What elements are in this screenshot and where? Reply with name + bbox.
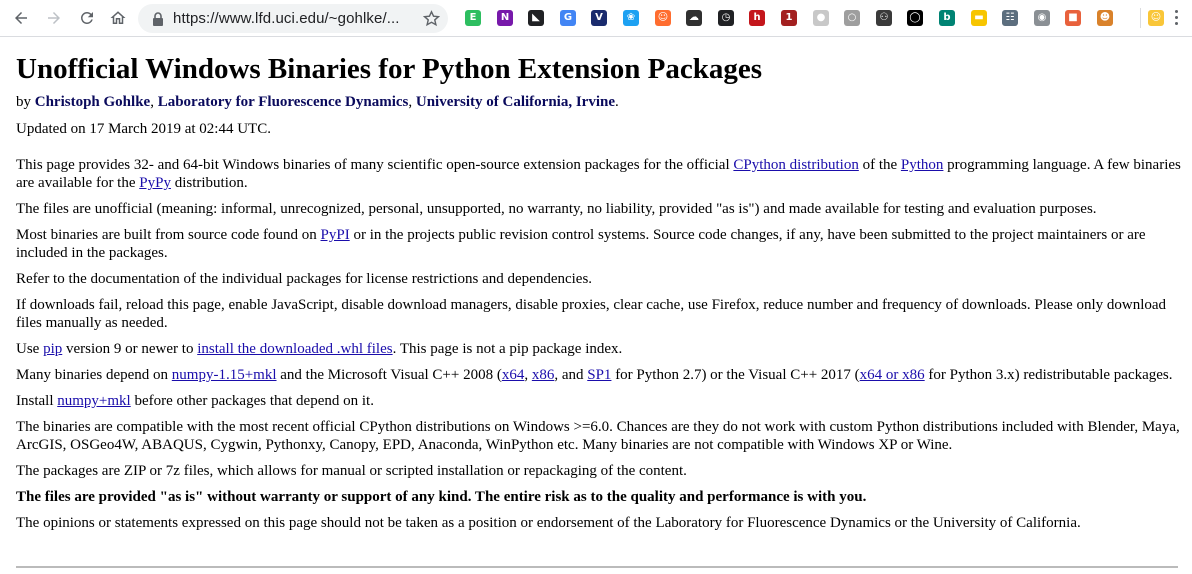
author-link[interactable]: Christoph Gohlke: [35, 94, 150, 110]
vc2008-x86-link[interactable]: x86: [532, 367, 555, 383]
back-button[interactable]: [8, 5, 34, 31]
page-content: Unofficial Windows Binaries for Python E…: [16, 37, 1181, 532]
paragraph-text: Install: [16, 393, 58, 409]
yellow-tag-ext-icon[interactable]: ▬: [971, 10, 987, 26]
warranty-paragraph: The files are provided "as is" without w…: [16, 489, 867, 505]
install-whl-link[interactable]: install the downloaded .whl files: [197, 341, 392, 357]
page-title: Unofficial Windows Binaries for Python E…: [16, 53, 763, 85]
back-arrow-icon: [15, 12, 27, 24]
reload-button[interactable]: [74, 5, 100, 31]
dependencies-paragraph: Many binaries depend on numpy-1.15+mkl a…: [16, 366, 1181, 384]
ring-ext-icon[interactable]: ◯: [907, 10, 923, 26]
updated-date: Updated on 17 March 2019 at 02:44 UTC.: [16, 121, 271, 137]
vc2008-x64-link[interactable]: x64: [502, 367, 525, 383]
intro-paragraph: This page provides 32- and 64-bit Window…: [16, 156, 1181, 192]
paragraph-text: This page provides 32- and 64-bit Window…: [16, 157, 734, 173]
home-icon: [110, 11, 126, 24]
paragraph-text: , and: [554, 367, 588, 383]
paragraph-text: Most binaries are built from source code…: [16, 227, 321, 243]
paragraph-text: Many binaries depend on: [16, 367, 172, 383]
paragraph-text: ,: [524, 367, 532, 383]
paragraph-text: version 9 or newer to: [62, 341, 198, 357]
mask-ext-icon[interactable]: ⚇: [876, 10, 892, 26]
lock-icon: [153, 12, 163, 26]
paragraph-text: Use: [16, 341, 44, 357]
file-ext-icon[interactable]: ■: [1065, 10, 1081, 26]
python-link[interactable]: Python: [901, 157, 944, 173]
lab-link[interactable]: Laboratory for Fluorescence Dynamics: [158, 94, 409, 110]
vc2008-sp1-link[interactable]: SP1: [587, 367, 611, 383]
paragraph-text: of the: [858, 157, 901, 173]
byline-separator: ,: [408, 94, 416, 110]
compatibility-paragraph: The binaries are compatible with the mos…: [16, 419, 1180, 453]
bookmark-star-icon[interactable]: [423, 10, 440, 27]
url-text[interactable]: https://www.lfd.uci.edu/~gohlke/...: [173, 4, 400, 33]
install-numpy-paragraph: Install numpy+mkl before other packages …: [16, 392, 1181, 410]
avatar-ext-icon[interactable]: ☻: [1097, 10, 1113, 26]
numpy-mkl-install-link[interactable]: numpy+mkl: [57, 393, 130, 409]
bing-ext-icon[interactable]: b: [939, 10, 955, 26]
paragraph-text: and the Microsoft Visual C++ 2008 (: [276, 367, 502, 383]
lens-ext-icon[interactable]: ○: [844, 10, 860, 26]
toolbar-divider: [1140, 8, 1141, 28]
feather-ext-icon[interactable]: ❀: [623, 10, 639, 26]
byline-suffix: .: [615, 94, 619, 110]
cpython-distribution-link[interactable]: CPython distribution: [733, 157, 858, 173]
clock-ext-icon[interactable]: ◷: [718, 10, 734, 26]
reload-icon: [80, 11, 93, 24]
evernote-ext-icon[interactable]: E: [465, 10, 481, 26]
paragraph-text: distribution.: [170, 175, 248, 191]
pypy-link[interactable]: PyPy: [139, 175, 171, 191]
pypi-link[interactable]: PyPI: [321, 227, 350, 243]
pip-paragraph: Use pip version 9 or newer to install th…: [16, 340, 1181, 358]
paragraph-text: . This page is not a pip package index.: [392, 341, 623, 357]
cloud-ext-icon[interactable]: ☁: [686, 10, 702, 26]
camera-ext-icon[interactable]: ◉: [1034, 10, 1050, 26]
horizontal-rule: [16, 566, 1178, 568]
gray-circle-ext-icon[interactable]: ●: [813, 10, 829, 26]
forward-button[interactable]: [41, 5, 67, 31]
translate-ext-icon[interactable]: G: [560, 10, 576, 26]
address-bar[interactable]: https://www.lfd.uci.edu/~gohlke/...: [138, 4, 448, 33]
byline: by Christoph Gohlke, Laboratory for Fluo…: [16, 92, 1181, 112]
home-button[interactable]: [105, 5, 131, 31]
mailbird-ext-icon[interactable]: ◣: [528, 10, 544, 26]
disclaimer-paragraph: The opinions or statements expressed on …: [16, 515, 1081, 531]
byline-prefix: by: [16, 94, 35, 110]
emoji-ext-icon[interactable]: ☺: [1148, 10, 1164, 26]
downloads-paragraph: If downloads fail, reload this page, ena…: [16, 297, 1167, 331]
byline-separator: ,: [150, 94, 158, 110]
packaging-paragraph: The packages are ZIP or 7z files, which …: [16, 463, 687, 479]
hive-ext-icon[interactable]: h: [749, 10, 765, 26]
onenote-ext-icon[interactable]: N: [497, 10, 513, 26]
paragraph-text: before other packages that depend on it.: [130, 393, 374, 409]
shield-ext-icon[interactable]: 1: [781, 10, 797, 26]
forward-arrow-icon: [48, 12, 60, 24]
unofficial-paragraph: The files are unofficial (meaning: infor…: [16, 201, 1097, 217]
university-link[interactable]: University of California, Irvine: [416, 94, 615, 110]
vimeo-ext-icon[interactable]: V: [591, 10, 607, 26]
chat-ext-icon[interactable]: ☺: [655, 10, 671, 26]
source-paragraph: Most binaries are built from source code…: [16, 226, 1181, 262]
browser-toolbar: https://www.lfd.uci.edu/~gohlke/... E N ◣ G…: [0, 0, 1192, 37]
browser-menu-icon[interactable]: [1173, 10, 1179, 27]
paragraph-text: for Python 2.7) or the Visual C++ 2017 (: [611, 367, 860, 383]
paragraph-text: for Python 3.x) redistributable packages…: [924, 367, 1173, 383]
pip-link[interactable]: pip: [43, 341, 62, 357]
grid-ext-icon[interactable]: ☷: [1002, 10, 1018, 26]
vc2017-link[interactable]: x64 or x86: [860, 367, 925, 383]
numpy-mkl-link[interactable]: numpy-1.15+mkl: [172, 367, 277, 383]
license-paragraph: Refer to the documentation of the indivi…: [16, 271, 593, 287]
